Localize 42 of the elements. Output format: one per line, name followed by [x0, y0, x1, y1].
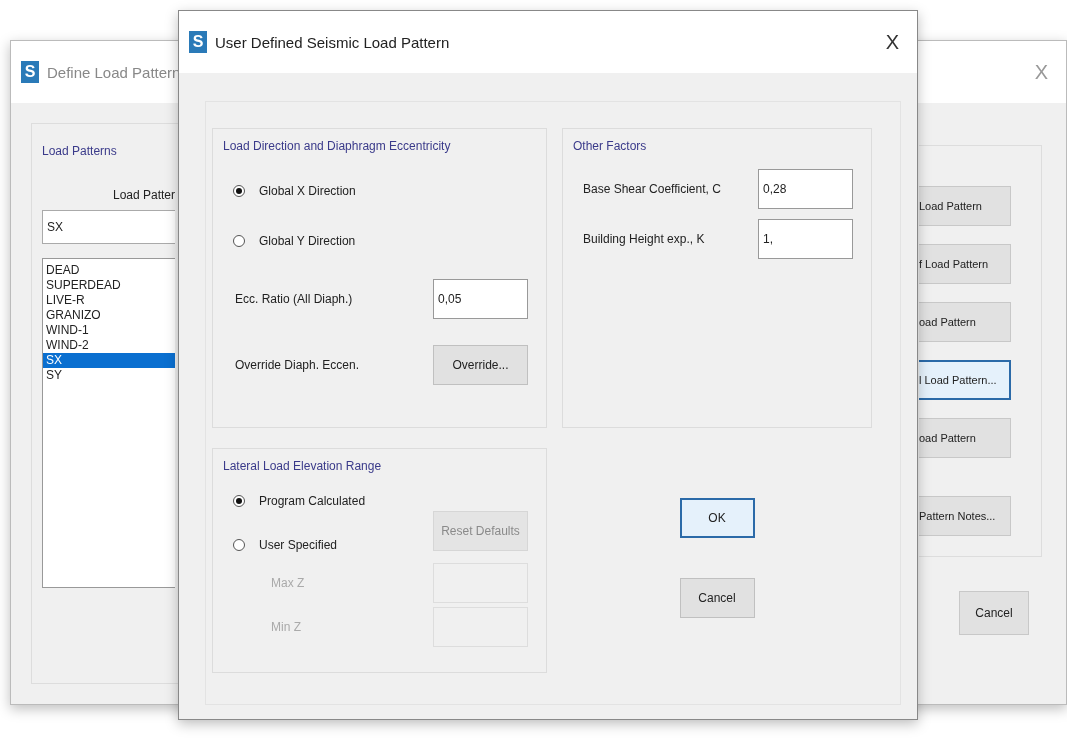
- ok-button[interactable]: OK: [679, 498, 755, 538]
- override-button[interactable]: Override...: [433, 345, 528, 385]
- list-item[interactable]: LIVE-R: [43, 293, 175, 308]
- radio-button[interactable]: User Specified: [233, 533, 366, 557]
- pattern-button[interactable]: oad Pattern: [919, 302, 1011, 342]
- group-title: Other Factors: [573, 139, 648, 153]
- radio-button[interactable]: Global Y Direction: [233, 229, 528, 253]
- pattern-button[interactable]: Load Pattern: [919, 186, 1011, 226]
- field-label: Building Height exp., K: [583, 232, 705, 246]
- cancel-button[interactable]: Cancel: [679, 578, 755, 618]
- list-item[interactable]: WIND-2: [43, 338, 175, 353]
- group-title: Load Patterns: [42, 144, 118, 158]
- field-label: Max Z: [271, 576, 305, 590]
- input-field[interactable]: 1,: [758, 219, 853, 259]
- list-item[interactable]: GRANIZO: [43, 308, 175, 323]
- group-title: Load Direction and Diaphragm Eccentricity: [223, 139, 452, 153]
- field-label: Min Z: [271, 620, 301, 634]
- group-title: Lateral Load Elevation Range: [223, 459, 383, 473]
- pattern-button[interactable]: f Load Pattern: [919, 244, 1011, 284]
- pattern-button[interactable]: l Load Pattern...: [919, 360, 1011, 400]
- name-field[interactable]: SX: [42, 210, 175, 244]
- list-item[interactable]: SY: [43, 368, 175, 383]
- list-item[interactable]: WIND-1: [43, 323, 175, 338]
- window-title: User Defined Seismic Load Pattern: [215, 33, 451, 51]
- ecc-ratio-field[interactable]: 0,05: [433, 279, 528, 319]
- app-icon: S: [189, 31, 207, 53]
- app-icon: S: [21, 61, 39, 83]
- cancel-button[interactable]: Cancel: [959, 591, 1029, 635]
- field-label: Override Diaph. Eccen.: [235, 358, 360, 372]
- radio-button[interactable]: Global X Direction: [233, 179, 528, 203]
- field-label: Base Shear Coefficient, C: [583, 182, 721, 196]
- close-button[interactable]: X: [877, 30, 907, 54]
- field-label: Ecc. Ratio (All Diaph.): [235, 292, 353, 306]
- pattern-button[interactable]: oad Pattern: [919, 418, 1011, 458]
- list-item[interactable]: DEAD: [43, 263, 175, 278]
- pattern-button[interactable]: Pattern Notes...: [919, 496, 1011, 536]
- list-item[interactable]: SUPERDEAD: [43, 278, 175, 293]
- window-title: Define Load Pattern: [47, 63, 182, 81]
- input-field[interactable]: 0,28: [758, 169, 853, 209]
- list-item[interactable]: SX: [43, 353, 175, 368]
- field-label: Load Patter: [112, 188, 175, 202]
- radio-button[interactable]: Program Calculated: [233, 489, 366, 513]
